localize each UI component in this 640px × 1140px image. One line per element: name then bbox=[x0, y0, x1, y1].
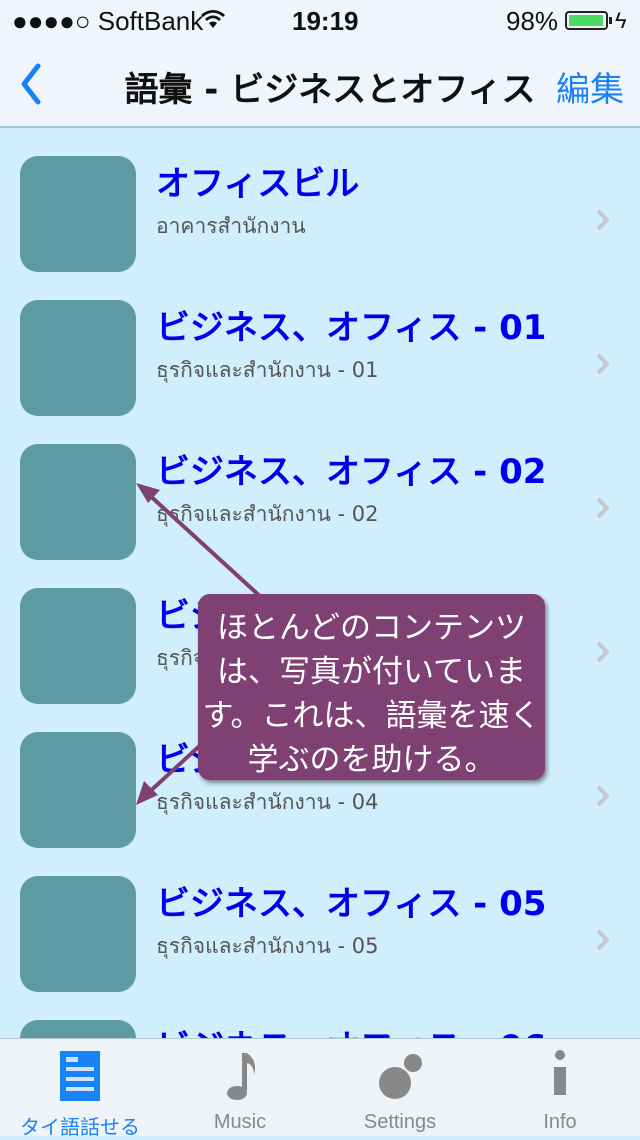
tab-music[interactable]: Music bbox=[160, 1039, 320, 1137]
gears-icon bbox=[379, 1054, 422, 1099]
callout-arrow-up bbox=[144, 490, 264, 600]
info-icon bbox=[554, 1050, 566, 1095]
callout-line: 学ぶのを助ける。 bbox=[247, 742, 496, 778]
tab-info[interactable]: Info bbox=[480, 1039, 640, 1137]
callout-line: は、写真が付いていま bbox=[216, 654, 527, 690]
callout-line: す。これは、語彙を速く bbox=[202, 698, 541, 734]
callout-arrows bbox=[136, 483, 264, 805]
callout-arrow-down bbox=[144, 738, 208, 797]
tab-thai-speak[interactable]: タイ語話せる bbox=[0, 1039, 160, 1139]
tab-bar: タイ語話せる Music Settings Info bbox=[0, 1038, 640, 1139]
tab-label: Settings bbox=[363, 1111, 437, 1133]
callout-line: ほとんどのコンテンツ bbox=[216, 610, 527, 646]
tab-label: Music bbox=[213, 1111, 267, 1133]
tutorial-callout: ほとんどのコンテンツ は、写真が付いていま す。これは、語彙を速く 学ぶのを助け… bbox=[198, 594, 545, 780]
tab-label: Info bbox=[543, 1111, 577, 1133]
list-icon bbox=[60, 1051, 100, 1101]
music-note-icon bbox=[227, 1053, 256, 1100]
tab-settings[interactable]: Settings bbox=[320, 1039, 480, 1137]
